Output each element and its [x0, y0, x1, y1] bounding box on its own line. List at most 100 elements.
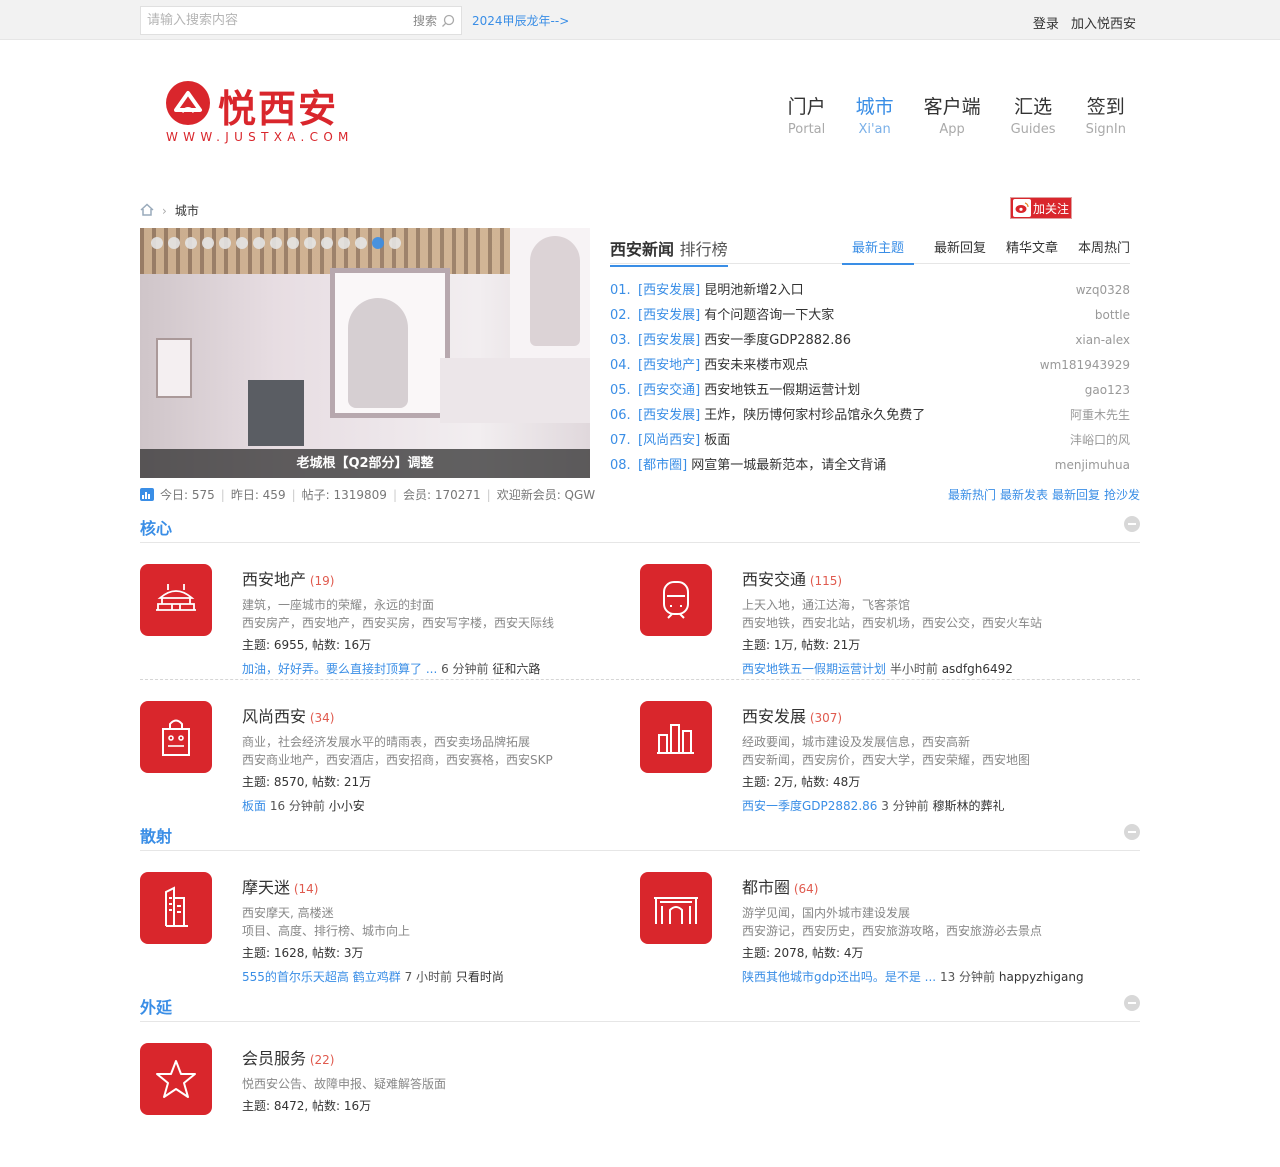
- slider-dot[interactable]: [236, 237, 248, 249]
- home-icon[interactable]: [140, 202, 154, 219]
- forum-today-count: (19): [309, 574, 335, 588]
- news-category[interactable]: [西安交通]: [638, 383, 700, 398]
- collapse-icon[interactable]: [1124, 995, 1140, 1011]
- section-title[interactable]: 散射: [140, 823, 172, 847]
- last-post-user[interactable]: 小小安: [329, 799, 365, 813]
- news-title-link[interactable]: 昆明池新增2入口: [704, 283, 803, 298]
- slider-dot[interactable]: [287, 237, 299, 249]
- news-author[interactable]: wzq0328: [1076, 278, 1130, 303]
- slider-dot[interactable]: [389, 237, 401, 249]
- news-category[interactable]: [风尚西安]: [638, 433, 700, 448]
- nav-signin[interactable]: 签到 SignIn: [1086, 92, 1126, 137]
- stadium-icon[interactable]: [140, 564, 212, 636]
- weibo-follow-button[interactable]: 加关注: [1010, 197, 1072, 219]
- nav-portal[interactable]: 门户 Portal: [788, 92, 826, 137]
- forum-card: 西安地产 (19) 建筑，一座城市的荣耀，永远的封面 西安房产，西安地产，西安买房，…: [140, 543, 640, 679]
- news-title-link[interactable]: 王炸，陕历博何家村珍品馆永久免费了: [704, 408, 925, 423]
- breadcrumb-bar: › 城市 加关注: [140, 190, 1140, 228]
- last-post-user[interactable]: asdfgh6492: [942, 662, 1013, 676]
- news-category[interactable]: [西安地产]: [638, 358, 700, 373]
- slider-dot[interactable]: [253, 237, 265, 249]
- last-post-link[interactable]: 555的首尔乐天超高 鹤立鸡群: [242, 970, 401, 984]
- last-post-user[interactable]: happyzhigang: [999, 970, 1084, 984]
- slider-dot[interactable]: [219, 237, 231, 249]
- tab-weekly-hot[interactable]: 本周热门: [1078, 237, 1130, 265]
- news-author[interactable]: wm181943929: [1040, 353, 1130, 378]
- join-link[interactable]: 加入悦西安: [1071, 17, 1136, 32]
- nav-app[interactable]: 客户端 App: [924, 92, 981, 137]
- news-author[interactable]: 沣峪口的风: [1070, 428, 1130, 453]
- forum-name[interactable]: 西安地产: [242, 570, 306, 589]
- news-category[interactable]: [都市圈]: [638, 458, 687, 473]
- news-author[interactable]: 阿重木先生: [1070, 403, 1130, 428]
- news-author[interactable]: xian-alex: [1075, 328, 1130, 353]
- star-icon[interactable]: [140, 1043, 212, 1115]
- collapse-icon[interactable]: [1124, 516, 1140, 532]
- bar-chart-icon[interactable]: [640, 701, 712, 773]
- link-latest-hot[interactable]: 最新热门: [948, 486, 996, 503]
- nav-guides[interactable]: 汇选 Guides: [1011, 92, 1056, 137]
- link-latest-replies[interactable]: 最新回复: [1052, 486, 1100, 503]
- login-link[interactable]: 登录: [1033, 17, 1059, 32]
- news-author[interactable]: menjimuhua: [1055, 453, 1130, 478]
- dragon-year-link[interactable]: 2024甲辰龙年-->: [472, 12, 569, 29]
- slider-dot[interactable]: [202, 237, 214, 249]
- skyscraper-icon[interactable]: [140, 872, 212, 944]
- last-post-user[interactable]: 穆斯林的葬礼: [933, 799, 1005, 813]
- slide-caption[interactable]: 老城根【Q2部分】调整: [140, 449, 590, 478]
- last-post-link[interactable]: 板面: [242, 799, 266, 813]
- slider-dot[interactable]: [151, 237, 163, 249]
- link-latest-posts[interactable]: 最新发表: [1000, 486, 1048, 503]
- slider-dot[interactable]: [304, 237, 316, 249]
- last-post-user[interactable]: 征和六路: [492, 662, 540, 676]
- news-category[interactable]: [西安发展]: [638, 283, 700, 298]
- city-gate-icon[interactable]: [640, 872, 712, 944]
- slider-dot[interactable]: [338, 237, 350, 249]
- shopping-bag-icon[interactable]: [140, 701, 212, 773]
- news-title-link[interactable]: 西安一季度GDP2882.86: [704, 333, 851, 348]
- forum-name[interactable]: 西安发展: [742, 707, 806, 726]
- slider-dot[interactable]: [372, 237, 384, 249]
- last-post-link[interactable]: 陕西其他城市gdp还出吗。是不是 ...: [742, 970, 936, 984]
- forum-name[interactable]: 会员服务: [242, 1049, 306, 1068]
- metro-train-icon[interactable]: [640, 564, 712, 636]
- forum-name[interactable]: 都市圈: [742, 878, 790, 897]
- news-title-link[interactable]: 西安未来楼市观点: [704, 358, 808, 373]
- forum-name[interactable]: 西安交通: [742, 570, 806, 589]
- forum-name[interactable]: 风尚西安: [242, 707, 306, 726]
- nav-city[interactable]: 城市 Xi'an: [856, 92, 894, 137]
- link-grab-sofa[interactable]: 抢沙发: [1104, 486, 1140, 503]
- section-title[interactable]: 核心: [140, 515, 172, 539]
- slider-dot[interactable]: [270, 237, 282, 249]
- user-links: 登录 加入悦西安: [1025, 13, 1136, 32]
- news-title-link[interactable]: 网宣第一城最新范本，请全文背诵: [691, 458, 886, 473]
- slider-dot[interactable]: [355, 237, 367, 249]
- last-post-user[interactable]: 只看时尚: [456, 970, 504, 984]
- news-author[interactable]: bottle: [1095, 303, 1130, 328]
- search-input[interactable]: [141, 7, 391, 34]
- last-post-link[interactable]: 西安一季度GDP2882.86: [742, 799, 877, 813]
- last-post-link[interactable]: 加油，好好弄。要么直接封顶算了 ...: [242, 662, 437, 676]
- news-category[interactable]: [西安发展]: [638, 333, 700, 348]
- news-category[interactable]: [西安发展]: [638, 308, 700, 323]
- collapse-icon[interactable]: [1124, 824, 1140, 840]
- news-author[interactable]: gao123: [1085, 378, 1130, 403]
- search-button[interactable]: 搜索: [413, 12, 455, 29]
- slider-dot[interactable]: [168, 237, 180, 249]
- tab-latest-replies[interactable]: 最新回复: [934, 237, 986, 265]
- slider-dot[interactable]: [321, 237, 333, 249]
- forum-sections: 核心西安地产 (19) 建筑，一座城市的荣耀，永远的封面 西安房产，西安地产，西安买…: [140, 509, 1140, 1159]
- section-title[interactable]: 外延: [140, 994, 172, 1018]
- tab-latest-topics[interactable]: 最新主题: [841, 237, 914, 265]
- site-logo[interactable]: 悦西安 WWW.JUSTXA.COM: [166, 78, 366, 148]
- news-title-link[interactable]: 西安地铁五一假期运营计划: [704, 383, 860, 398]
- news-category[interactable]: [西安发展]: [638, 408, 700, 423]
- news-item: 03. [西安发展] 西安一季度GDP2882.86 xian-alex: [610, 328, 1130, 353]
- image-slider[interactable]: 老城根【Q2部分】调整: [140, 228, 590, 478]
- last-post-link[interactable]: 西安地铁五一假期运营计划: [742, 662, 886, 676]
- news-title-link[interactable]: 板面: [704, 433, 730, 448]
- forum-name[interactable]: 摩天迷: [242, 878, 290, 897]
- tab-featured[interactable]: 精华文章: [1006, 237, 1058, 265]
- slider-dot[interactable]: [185, 237, 197, 249]
- news-title-link[interactable]: 有个问题咨询一下大家: [704, 308, 834, 323]
